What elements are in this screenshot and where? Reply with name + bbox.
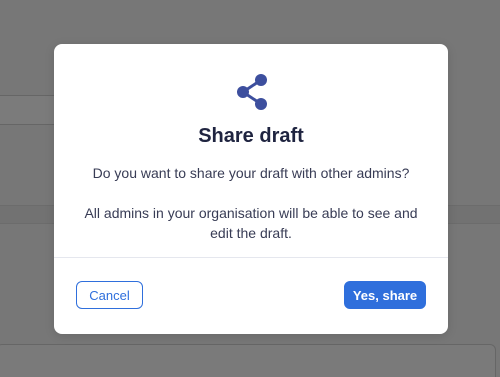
share-draft-dialog: Share draft Do you want to share your dr… [54,44,448,334]
dialog-question: Do you want to share your draft with oth… [92,165,410,181]
yes-share-button[interactable]: Yes, share [344,281,426,309]
dialog-title: Share draft [198,125,304,147]
background-input [0,344,496,377]
cancel-button[interactable]: Cancel [76,281,143,309]
background-field [0,95,60,125]
dialog-info: All admins in your organisation will be … [84,205,418,241]
dialog-divider [54,257,448,258]
page-backdrop: Share draft Do you want to share your dr… [0,0,500,377]
share-icon [234,73,270,113]
